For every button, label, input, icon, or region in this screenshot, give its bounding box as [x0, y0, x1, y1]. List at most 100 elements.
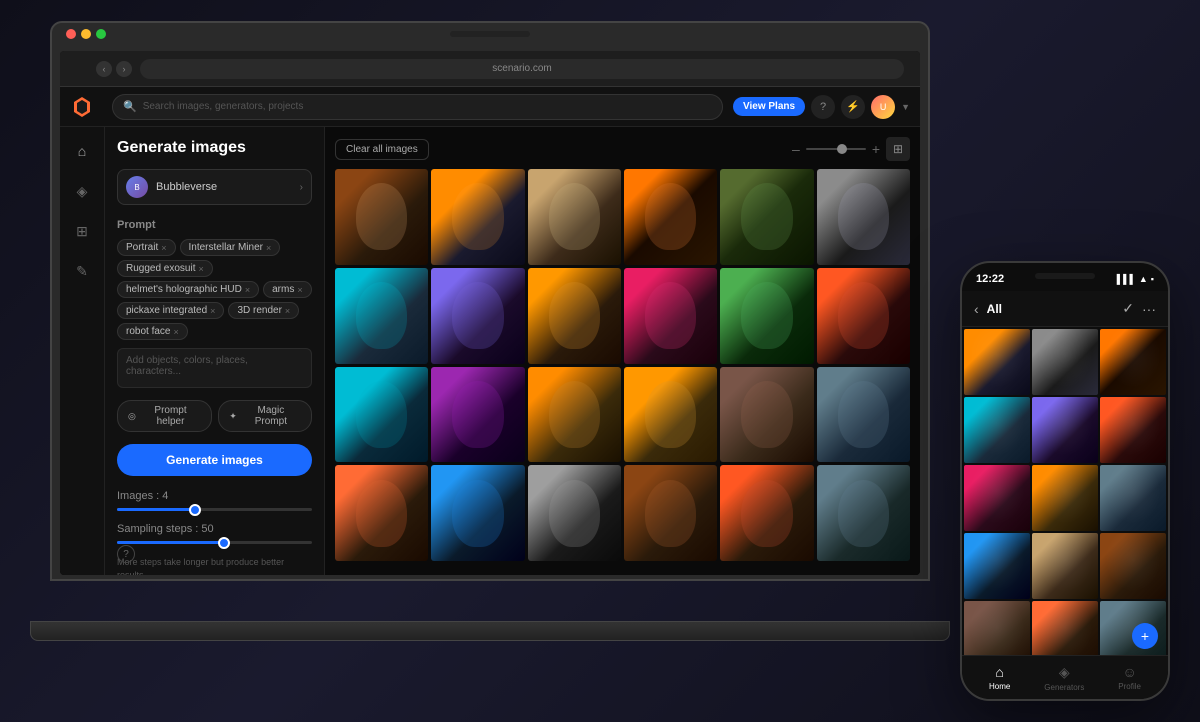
- lightning-button[interactable]: ⚡: [841, 95, 865, 119]
- images-count-row: Images : 4: [117, 490, 312, 511]
- laptop-base: [30, 621, 950, 641]
- tag-remove-icon[interactable]: ×: [161, 243, 166, 253]
- grid-image-16[interactable]: [624, 367, 717, 463]
- address-bar[interactable]: scenario.com: [140, 59, 904, 79]
- slider-fill: [117, 508, 195, 511]
- grid-image-24[interactable]: [817, 465, 910, 561]
- help-button[interactable]: ?: [811, 95, 835, 119]
- grid-image-12[interactable]: [817, 268, 910, 364]
- sidebar-item-home[interactable]: ⌂: [68, 137, 96, 165]
- phone-cell-8[interactable]: [1032, 465, 1098, 531]
- grid-image-14[interactable]: [431, 367, 524, 463]
- grid-image-11[interactable]: [720, 268, 813, 364]
- grid-controls: – + ⊞: [792, 137, 910, 161]
- sidebar-item-images[interactable]: ⊞: [68, 217, 96, 245]
- zoom-slider[interactable]: [806, 148, 866, 150]
- grid-image-23[interactable]: [720, 465, 813, 561]
- grid-image-5[interactable]: [720, 169, 813, 265]
- images-slider[interactable]: [117, 508, 312, 511]
- traffic-lights: [66, 29, 106, 39]
- phone-back-button[interactable]: ‹: [974, 301, 979, 317]
- grid-image-7[interactable]: [335, 268, 428, 364]
- phone-cell-10[interactable]: [964, 533, 1030, 599]
- search-bar[interactable]: 🔍 Search images, generators, projects: [112, 94, 723, 120]
- grid-image-15[interactable]: [528, 367, 621, 463]
- phone-cell-12[interactable]: [1100, 533, 1166, 599]
- phone-cell-6[interactable]: [1100, 397, 1166, 463]
- back-button[interactable]: ‹: [96, 61, 112, 77]
- grid-image-2[interactable]: [431, 169, 524, 265]
- phone-cell-11[interactable]: [1032, 533, 1098, 599]
- phone-tab-generators[interactable]: ◈ Generators: [1044, 664, 1084, 692]
- grid-image-1[interactable]: [335, 169, 428, 265]
- phone-fab-button[interactable]: +: [1132, 623, 1158, 649]
- tag-remove-icon[interactable]: ×: [297, 285, 302, 295]
- phone-cell-3[interactable]: [1100, 329, 1166, 395]
- clear-all-images-button[interactable]: Clear all images: [335, 139, 429, 160]
- phone-cell-4[interactable]: [964, 397, 1030, 463]
- magic-prompt-button[interactable]: ✦ Magic Prompt: [218, 400, 312, 432]
- close-traffic-light[interactable]: [66, 29, 76, 39]
- grid-image-19[interactable]: [335, 465, 428, 561]
- grid-image-20[interactable]: [431, 465, 524, 561]
- sampling-slider[interactable]: [117, 541, 312, 544]
- phone-cell-2[interactable]: [1032, 329, 1098, 395]
- grid-image-3[interactable]: [528, 169, 621, 265]
- grid-view-button[interactable]: ⊞: [886, 137, 910, 161]
- view-plans-button[interactable]: View Plans: [733, 97, 805, 116]
- prompt-input[interactable]: Add objects, colors, places, characters.…: [117, 348, 312, 388]
- tag-portrait[interactable]: Portrait ×: [117, 239, 176, 256]
- avatar[interactable]: U: [871, 95, 895, 119]
- project-selector[interactable]: B Bubbleverse ›: [117, 169, 312, 205]
- tag-robot-face[interactable]: robot face ×: [117, 323, 188, 340]
- sidebar-item-layers[interactable]: ◈: [68, 177, 96, 205]
- zoom-in-button[interactable]: +: [872, 141, 880, 157]
- phone-cell-14[interactable]: [1032, 601, 1098, 655]
- grid-image-10[interactable]: [624, 268, 717, 364]
- grid-image-21[interactable]: [528, 465, 621, 561]
- grid-image-6[interactable]: [817, 169, 910, 265]
- tag-interstellar-miner[interactable]: Interstellar Miner ×: [180, 239, 281, 256]
- generate-images-button[interactable]: Generate images: [117, 444, 312, 476]
- tag-rugged-exosuit[interactable]: Rugged exosuit ×: [117, 260, 213, 277]
- grid-image-9[interactable]: [528, 268, 621, 364]
- phone-cell-9[interactable]: [1100, 465, 1166, 531]
- grid-image-18[interactable]: [817, 367, 910, 463]
- tag-pickaxe[interactable]: pickaxe integrated ×: [117, 302, 224, 319]
- topbar-actions: View Plans ? ⚡ U ▼: [733, 95, 910, 119]
- grid-image-8[interactable]: [431, 268, 524, 364]
- phone-cell-5[interactable]: [1032, 397, 1098, 463]
- phone-check-button[interactable]: ✓: [1122, 300, 1134, 317]
- grid-image-17[interactable]: [720, 367, 813, 463]
- tag-3d-render[interactable]: 3D render ×: [228, 302, 299, 319]
- tag-holographic-hud[interactable]: helmet's holographic HUD ×: [117, 281, 259, 298]
- phone-cell-13[interactable]: [964, 601, 1030, 655]
- tag-remove-icon[interactable]: ×: [266, 243, 271, 253]
- minimize-traffic-light[interactable]: [81, 29, 91, 39]
- chevron-down-icon: ▼: [901, 102, 910, 112]
- tag-remove-icon[interactable]: ×: [210, 306, 215, 316]
- phone-cell-15[interactable]: [1100, 601, 1166, 655]
- maximize-traffic-light[interactable]: [96, 29, 106, 39]
- help-icon[interactable]: ?: [117, 545, 135, 563]
- grid-image-4[interactable]: [624, 169, 717, 265]
- sidebar-item-edit[interactable]: ✎: [68, 257, 96, 285]
- phone-tab-home[interactable]: ⌂ Home: [989, 664, 1010, 691]
- phone-tab-profile[interactable]: ☺ Profile: [1118, 664, 1141, 691]
- tag-label: pickaxe integrated: [126, 305, 207, 316]
- grid-image-22[interactable]: [624, 465, 717, 561]
- tag-remove-icon[interactable]: ×: [173, 327, 178, 337]
- sampling-fill: [117, 541, 224, 544]
- phone-cell-1[interactable]: [964, 329, 1030, 395]
- forward-button[interactable]: ›: [116, 61, 132, 77]
- tag-remove-icon[interactable]: ×: [285, 306, 290, 316]
- tag-arms[interactable]: arms ×: [263, 281, 312, 298]
- phone-more-button[interactable]: ···: [1142, 301, 1156, 317]
- tag-remove-icon[interactable]: ×: [245, 285, 250, 295]
- phone-tab-home-label: Home: [989, 682, 1010, 691]
- prompt-helper-button[interactable]: ◎ Prompt helper: [117, 400, 212, 432]
- grid-image-13[interactable]: [335, 367, 428, 463]
- zoom-out-button[interactable]: –: [792, 141, 800, 157]
- phone-cell-7[interactable]: [964, 465, 1030, 531]
- tag-remove-icon[interactable]: ×: [199, 264, 204, 274]
